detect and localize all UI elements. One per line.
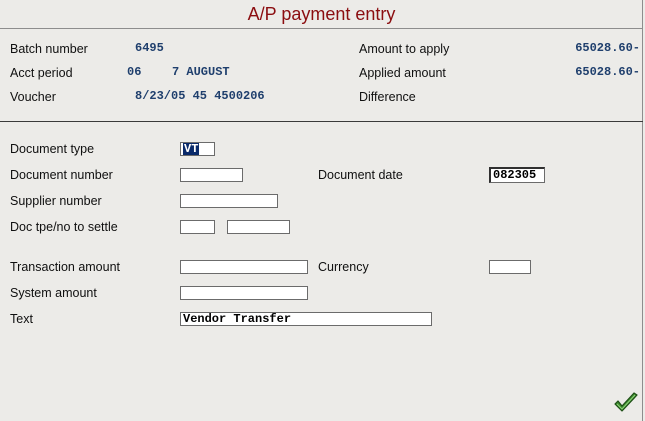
applied-amount-label: Applied amount (359, 66, 446, 80)
amount-to-apply-label: Amount to apply (359, 42, 450, 56)
voucher-value: 8/23/05 45 4500206 (135, 89, 265, 103)
window-title: A/P payment entry (0, 0, 643, 29)
doc-type-no-settle-label: Doc tpe/no to settle (10, 220, 118, 234)
applied-amount-value: 65028.60- (575, 65, 640, 79)
window-right-border (642, 0, 643, 421)
document-type-label: Document type (10, 142, 95, 156)
batch-number-label: Batch number (10, 42, 88, 56)
supplier-number-field[interactable] (180, 194, 278, 208)
text-label: Text (10, 312, 33, 326)
transaction-amount-field[interactable] (180, 260, 308, 274)
system-amount-field[interactable] (180, 286, 308, 300)
document-number-label: Document number (10, 168, 113, 182)
transaction-amount-label: Transaction amount (10, 260, 121, 274)
difference-label: Difference (359, 90, 416, 104)
acct-period-number: 06 (127, 65, 142, 79)
checkmark-icon[interactable] (613, 392, 639, 416)
amount-to-apply-value: 65028.60- (575, 41, 640, 55)
document-date-field[interactable]: 082305 (489, 167, 545, 183)
section-divider (0, 121, 643, 122)
doc-type-settle-field[interactable] (180, 220, 215, 234)
acct-period-month: 7 AUGUST (172, 65, 230, 79)
acct-period-label: Acct period (10, 66, 73, 80)
system-amount-label: System amount (10, 286, 97, 300)
supplier-number-label: Supplier number (10, 194, 102, 208)
currency-label: Currency (318, 260, 369, 274)
document-type-field[interactable]: VT (180, 142, 215, 156)
document-date-label: Document date (318, 168, 403, 182)
currency-field[interactable] (489, 260, 531, 274)
doc-no-settle-field[interactable] (227, 220, 290, 234)
document-number-field[interactable] (180, 168, 243, 182)
voucher-label: Voucher (10, 90, 56, 104)
batch-number-value: 6495 (135, 41, 164, 55)
document-type-value: VT (183, 142, 200, 156)
text-field[interactable]: Vendor Transfer (180, 312, 432, 326)
